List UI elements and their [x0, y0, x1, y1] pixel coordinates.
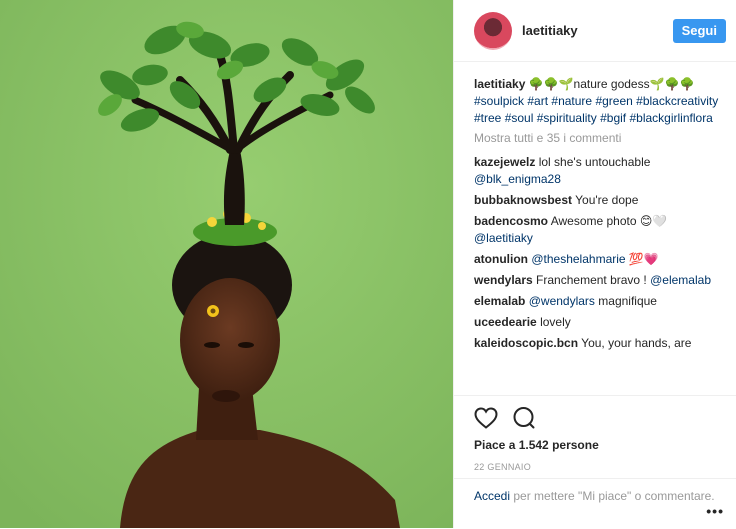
ellipsis-icon[interactable]: ••• — [706, 503, 724, 519]
hashtag[interactable]: #bgif — [600, 111, 626, 125]
post-username[interactable]: laetitiaky — [522, 23, 673, 38]
comment-username[interactable]: kaleidoscopic.bcn — [474, 336, 578, 350]
follow-button[interactable]: Segui — [672, 18, 726, 43]
comment-item: kaleidoscopic.bcn You, your hands, are — [474, 335, 722, 352]
post-header: laetitiaky Segui — [454, 0, 736, 62]
comment-item: atonulion @theshelahmarie 💯💗 — [474, 251, 722, 268]
hashtag[interactable]: #blackcreativity — [636, 94, 718, 108]
caption: laetitiaky 🌳🌳🌱nature godess🌱🌳🌳 #soulpick… — [474, 76, 722, 127]
comment-item: uceedearie lovely — [474, 314, 722, 331]
comment-text: Franchement bravo ! — [536, 273, 651, 287]
hashtag[interactable]: #soul — [505, 111, 534, 125]
hashtag[interactable]: #nature — [551, 94, 592, 108]
comment-item: bubbaknowsbest You're dope — [474, 192, 722, 209]
caption-username[interactable]: laetitiaky — [474, 77, 525, 91]
comment-item: badencosmo Awesome photo 😊🤍 @laetitiaky — [474, 213, 722, 247]
avatar[interactable] — [474, 11, 512, 50]
hashtag[interactable]: #art — [527, 94, 548, 108]
comment-mention[interactable]: @elemalab — [650, 273, 711, 287]
heart-icon[interactable] — [474, 406, 498, 434]
hashtag[interactable]: #tree — [474, 111, 501, 125]
post-photo[interactable] — [0, 0, 453, 528]
comment-username[interactable]: atonulion — [474, 252, 528, 266]
post-date: 22 GENNAIO — [474, 462, 532, 472]
comment-text: You, your hands, are — [581, 336, 692, 350]
comment-items: kazejewelz lol she's untouchable @blk_en… — [474, 154, 722, 352]
comment-text: lovely — [540, 315, 571, 329]
caption-hashtags: #soulpick #art #nature #green #blackcrea… — [474, 94, 718, 125]
hashtag[interactable]: #spirituality — [537, 111, 597, 125]
comment-mention[interactable]: @blk_enigma28 — [474, 172, 561, 186]
action-icons — [454, 396, 736, 436]
comment-text: Awesome photo 😊🤍 — [550, 214, 668, 228]
add-comment-text: per mettere "Mi piace" o commentare. — [510, 489, 715, 503]
comment-mention[interactable]: @wendylars — [529, 294, 595, 308]
hashtag[interactable]: #blackgirlinflora — [629, 111, 712, 125]
comment-text: You're dope — [575, 193, 639, 207]
comment-text: 💯💗 — [625, 252, 659, 266]
comment-username[interactable]: badencosmo — [474, 214, 548, 228]
post-side-panel: laetitiaky Segui laetitiaky 🌳🌳🌱nature go… — [453, 0, 736, 528]
comment-text: magnifique — [594, 294, 657, 308]
comments-list: laetitiaky 🌳🌳🌱nature godess🌱🌳🌳 #soulpick… — [454, 62, 736, 395]
login-link[interactable]: Accedi — [474, 489, 510, 503]
comment-username[interactable]: bubbaknowsbest — [474, 193, 572, 207]
likes-count[interactable]: Piace a 1.542 persone — [454, 436, 736, 452]
comment-item: elemalab @wendylars magnifique — [474, 293, 722, 310]
hashtag[interactable]: #green — [595, 94, 632, 108]
caption-text: 🌳🌳🌱nature godess🌱🌳🌳 — [528, 77, 695, 91]
hashtag[interactable]: #soulpick — [474, 94, 524, 108]
comment-item: kazejewelz lol she's untouchable @blk_en… — [474, 154, 722, 188]
show-all-comments-link[interactable]: Mostra tutti e 35 i commenti — [474, 130, 722, 147]
comment-bubble-icon[interactable] — [512, 406, 536, 435]
comment-username[interactable]: uceedearie — [474, 315, 537, 329]
comment-text: lol she's untouchable — [538, 155, 651, 169]
comment-username[interactable]: wendylars — [474, 273, 533, 287]
comment-item: wendylars Franchement bravo ! @elemalab — [474, 272, 722, 289]
add-comment-area: Accedi per mettere "Mi piace" o commenta… — [454, 478, 736, 505]
comment-username[interactable]: kazejewelz — [474, 155, 535, 169]
comment-mention[interactable]: @theshelahmarie — [531, 252, 625, 266]
comment-mention[interactable]: @laetitiaky — [474, 231, 533, 245]
instagram-post: laetitiaky Segui laetitiaky 🌳🌳🌱nature go… — [0, 0, 736, 528]
comment-username[interactable]: elemalab — [474, 294, 525, 308]
photo-illustration — [0, 0, 453, 528]
post-actions: Piace a 1.542 persone 22 GENNAIO Accedi … — [454, 395, 736, 529]
